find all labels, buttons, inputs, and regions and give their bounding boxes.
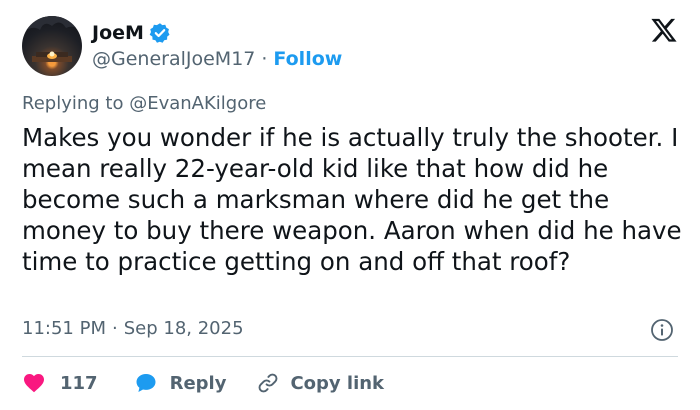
reply-mention-link[interactable]: @EvanAKilgore — [129, 93, 266, 114]
divider — [22, 356, 678, 357]
reply-label: Reply — [169, 372, 227, 394]
tweet-time: 11:51 PM — [22, 318, 106, 339]
link-icon — [259, 373, 278, 393]
tweet-text: Makes you wonder if he is actually truly… — [22, 123, 682, 276]
copy-link-button[interactable]: Copy link — [256, 371, 384, 395]
speech-bubble-icon — [136, 374, 156, 392]
avatar-image — [22, 16, 82, 62]
reply-context-prefix: Replying to — [22, 93, 124, 114]
tweet-card: JoeM @GeneralJoeM17 · Follow Replying to… — [0, 0, 700, 410]
tweet-timestamp[interactable]: 11:51 PM · Sep 18, 2025 — [22, 318, 244, 339]
x-logo-icon[interactable] — [650, 16, 678, 44]
reply-button[interactable]: Reply — [134, 371, 227, 395]
handle-separator: · — [261, 48, 268, 70]
author-name[interactable]: JoeM — [92, 22, 144, 44]
info-icon[interactable] — [650, 318, 674, 342]
author-handle-row: @GeneralJoeM17 · Follow — [92, 48, 342, 70]
author-handle[interactable]: @GeneralJoeM17 — [92, 48, 255, 70]
action-bar: 117 Reply Copy link — [22, 368, 384, 398]
author-name-row: JoeM — [92, 20, 171, 46]
avatar[interactable] — [22, 16, 82, 76]
reply-context: Replying to @EvanAKilgore — [22, 93, 266, 114]
verified-badge-icon — [149, 22, 171, 44]
like-button[interactable]: 117 — [22, 371, 98, 395]
heart-icon — [24, 374, 44, 393]
like-count: 117 — [60, 372, 98, 394]
follow-button[interactable]: Follow — [273, 48, 342, 70]
timestamp-separator: · — [111, 318, 118, 339]
tweet-date: Sep 18, 2025 — [123, 318, 244, 339]
copy-link-label: Copy link — [290, 372, 385, 394]
